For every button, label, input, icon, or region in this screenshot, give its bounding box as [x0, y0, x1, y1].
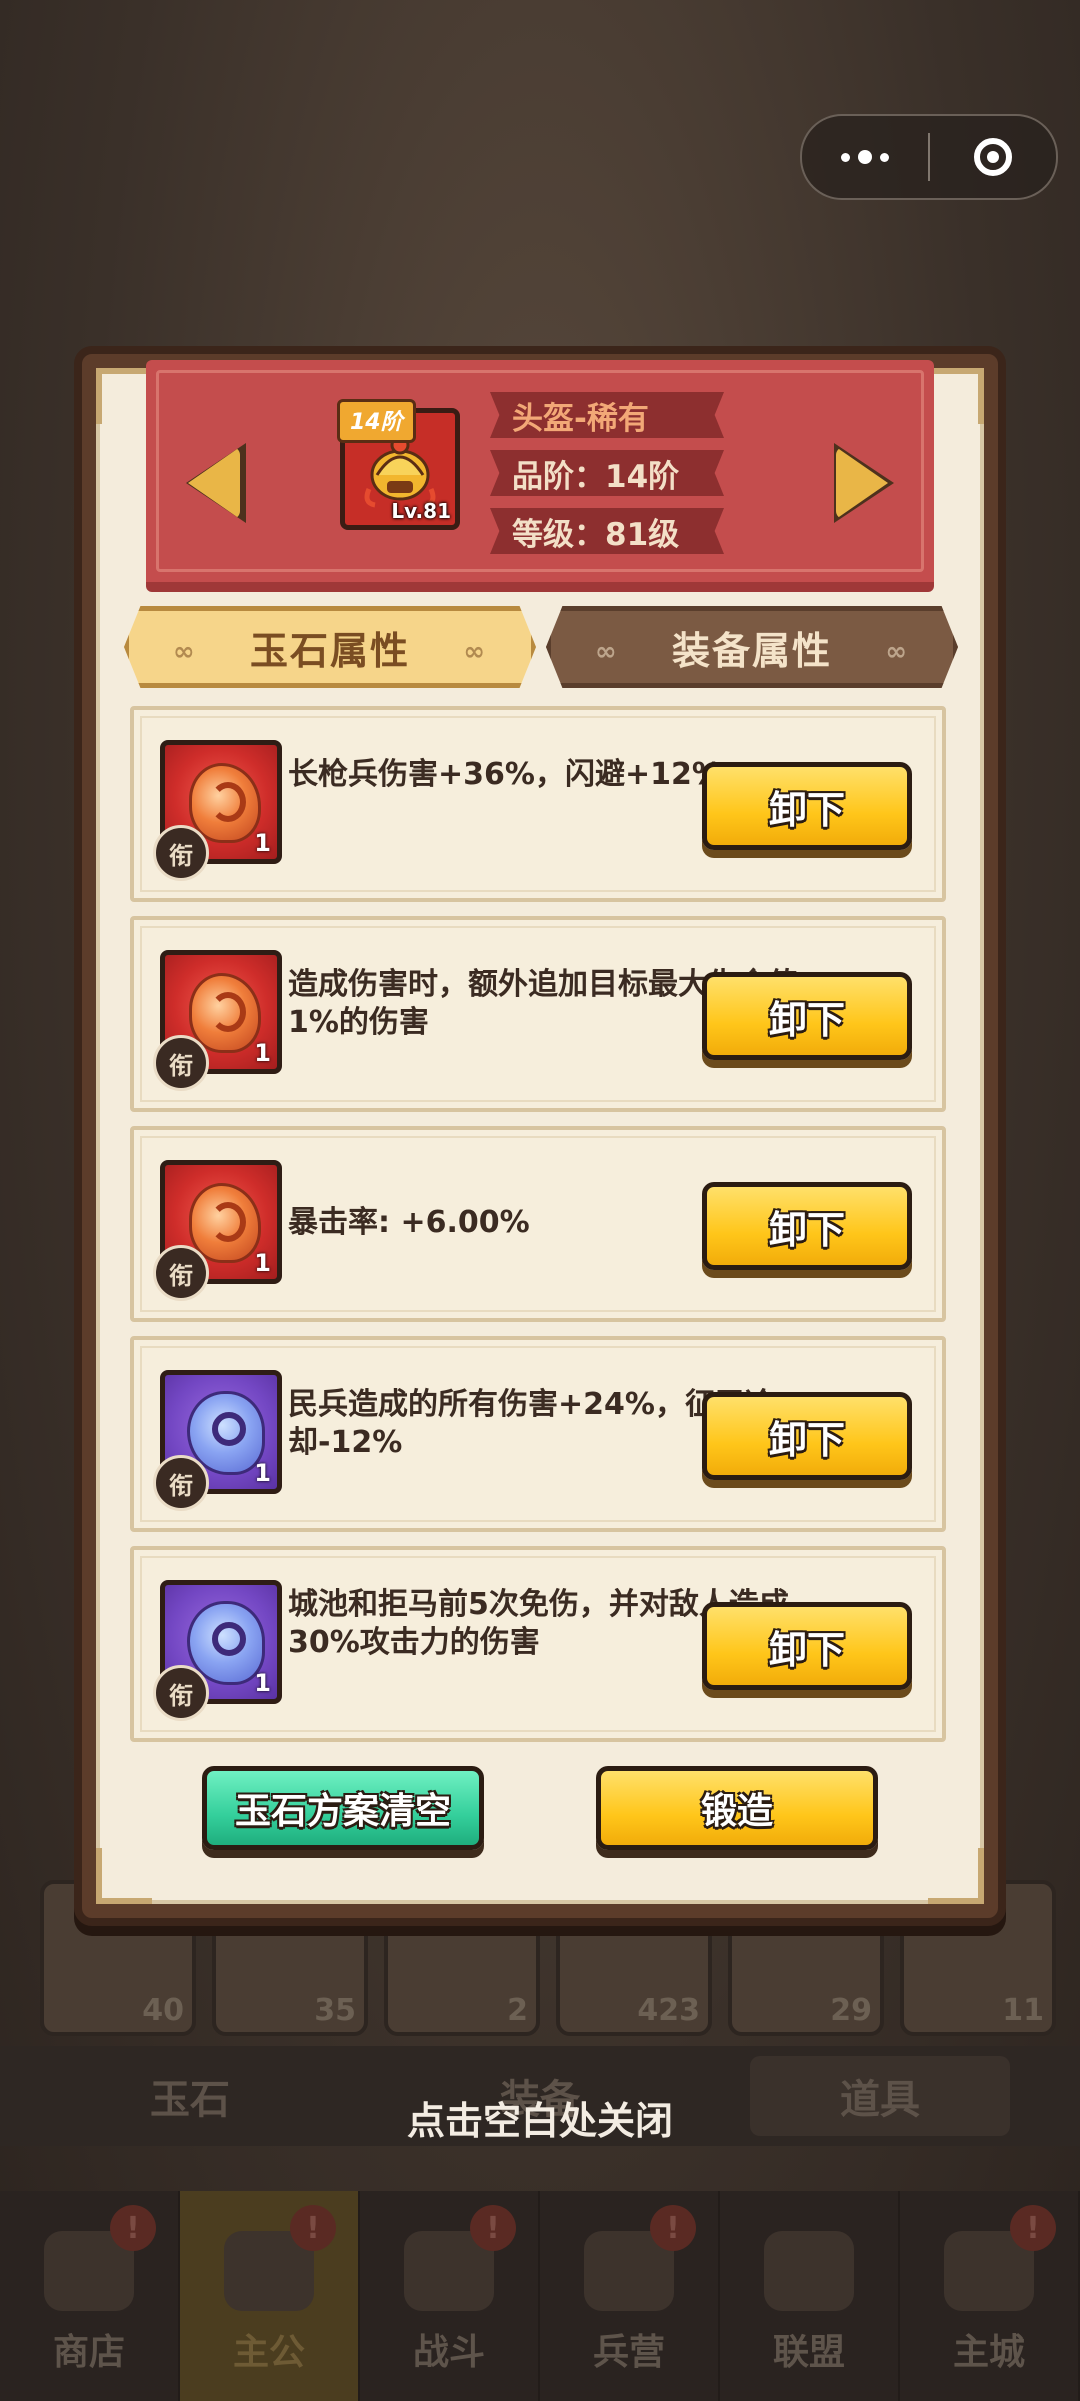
jade-row: 1 衔 民兵造成的所有伤害+24%，征召冷却-12% 卸下	[130, 1336, 946, 1532]
tab-label: 装备属性	[671, 628, 832, 673]
nav-label: 联盟	[772, 2332, 845, 2373]
alert-badge-icon: !	[470, 2205, 516, 2251]
unequip-button[interactable]: 卸下	[702, 1392, 912, 1480]
alert-badge-icon: !	[1010, 2205, 1056, 2251]
nav-shop[interactable]: ! 商店	[0, 2191, 180, 2401]
jade-slot[interactable]: 1 衔	[153, 950, 282, 1091]
nav-barracks[interactable]: ! 兵营	[540, 2191, 720, 2401]
emblem-icon: 衔	[153, 1245, 209, 1301]
nav-lord[interactable]: ! 主公	[180, 2191, 360, 2401]
nav-city[interactable]: ! 主城	[900, 2191, 1080, 2401]
target-circle-icon	[974, 138, 1012, 176]
swirl-ornament-icon: ∞	[595, 637, 619, 667]
jade-row: 1 衔 城池和拒马前5次免伤，并对敌人造成30%攻击力的伤害 卸下	[130, 1546, 946, 1742]
jade-count: 1	[254, 1039, 271, 1067]
nav-label: 兵营	[592, 2332, 665, 2373]
bg-item-count: 11	[1002, 1993, 1044, 2028]
emblem-icon: 衔	[153, 1665, 209, 1721]
equipment-level: 等级：81级	[490, 508, 724, 554]
alert-badge-icon: !	[110, 2205, 156, 2251]
jade-row: 1 衔 造成伤害时，额外追加目标最大生命值1%的伤害 卸下	[130, 916, 946, 1112]
unequip-button[interactable]: 卸下	[702, 1602, 912, 1690]
jade-row: 1 衔 长枪兵伤害+36%，闪避+12% 卸下	[130, 706, 946, 902]
bg-item-count: 29	[830, 1993, 872, 2028]
tab-equipment-attributes[interactable]: ∞ 装备属性 ∞	[546, 606, 958, 688]
forge-button[interactable]: 锻造	[596, 1766, 878, 1850]
nav-label: 战斗	[412, 2332, 485, 2373]
nav-label: 商店	[52, 2332, 125, 2373]
equipment-icon-frame: 14阶 Lv.81	[337, 399, 460, 530]
unequip-button[interactable]: 卸下	[702, 972, 912, 1060]
bg-item-count: 423	[637, 1993, 700, 2028]
jade-count: 1	[254, 1249, 271, 1277]
unequip-button[interactable]: 卸下	[702, 762, 912, 850]
close-hint[interactable]: 点击空白处关闭	[0, 2090, 1080, 2145]
jade-count: 1	[254, 1459, 271, 1487]
jade-count: 1	[254, 829, 271, 857]
emblem-icon: 衔	[153, 1455, 209, 1511]
unequip-button[interactable]: 卸下	[702, 1182, 912, 1270]
corner-ornament	[928, 368, 984, 424]
jade-slot[interactable]: 1 衔	[153, 1160, 282, 1301]
corner-ornament	[928, 1848, 984, 1904]
red-jade-icon	[189, 1183, 261, 1263]
more-menu-button[interactable]	[802, 116, 928, 198]
red-jade-icon	[189, 763, 261, 843]
swirl-ornament-icon: ∞	[173, 637, 197, 667]
close-miniprogram-button[interactable]	[930, 116, 1056, 198]
jade-count: 1	[254, 1669, 271, 1697]
swirl-ornament-icon: ∞	[885, 637, 909, 667]
bg-item-count: 2	[507, 1993, 528, 2028]
alert-badge-icon: !	[650, 2205, 696, 2251]
tab-label: 玉石属性	[249, 628, 410, 673]
banner-icon	[764, 2231, 854, 2311]
miniprogram-capsule	[800, 114, 1058, 200]
bg-item-count: 35	[314, 1993, 356, 2028]
bottom-nav: ! 商店 ! 主公 ! 战斗 ! 兵营 联盟 ! 主城	[0, 2191, 1080, 2401]
jade-slot[interactable]: 1 衔	[153, 740, 282, 881]
tab-jade-attributes[interactable]: ∞ 玉石属性 ∞	[124, 606, 536, 688]
red-jade-icon	[189, 973, 261, 1053]
jade-slot[interactable]: 1 衔	[153, 1370, 282, 1511]
more-dots-icon	[841, 150, 889, 164]
emblem-icon: 衔	[153, 1035, 209, 1091]
equipment-title: 头盔-稀有	[490, 392, 724, 438]
nav-label: 主公	[232, 2332, 305, 2373]
corner-ornament	[96, 1848, 152, 1904]
swirl-ornament-icon: ∞	[463, 637, 487, 667]
clear-jade-plan-button[interactable]: 玉石方案清空	[202, 1766, 484, 1850]
emblem-icon: 衔	[153, 825, 209, 881]
equipment-grade: 品阶：14阶	[490, 450, 724, 496]
nav-battle[interactable]: ! 战斗	[360, 2191, 540, 2401]
level-badge: Lv.81	[391, 499, 451, 523]
tier-badge: 14阶	[337, 399, 416, 443]
jade-slot[interactable]: 1 衔	[153, 1580, 282, 1721]
jade-row: 1 衔 暴击率: +6.00% 卸下	[130, 1126, 946, 1322]
nav-label: 主城	[952, 2332, 1025, 2373]
nav-alliance[interactable]: 联盟	[720, 2191, 900, 2401]
corner-ornament	[96, 368, 152, 424]
alert-badge-icon: !	[290, 2205, 336, 2251]
bg-item-count: 40	[142, 1993, 184, 2028]
